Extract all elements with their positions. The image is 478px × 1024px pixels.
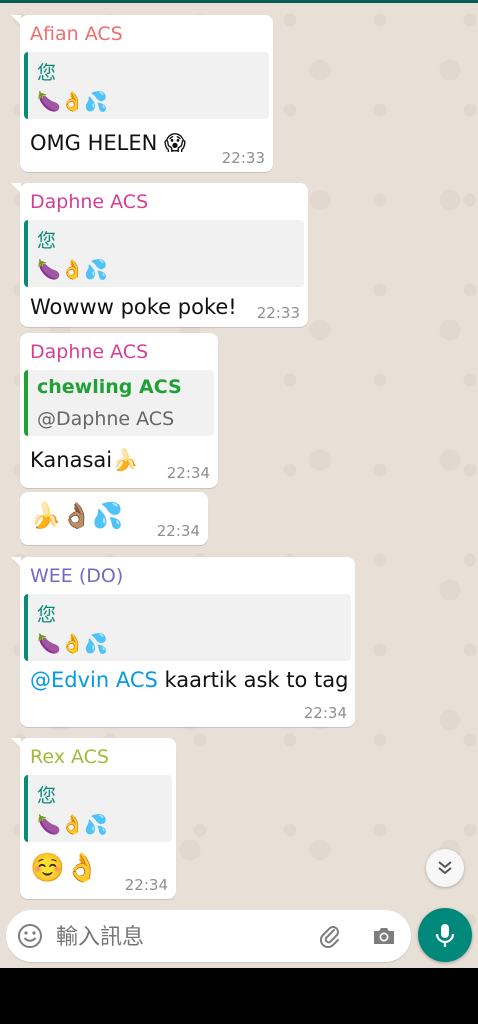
quote-author: 您 [37,604,57,626]
bubble-tail [11,183,21,193]
quoted-message[interactable]: 您 🍆👌💦 [24,52,269,119]
bubble-tail [11,738,21,748]
message-text: OMG HELEN 😱 [30,131,186,155]
smiley-icon [18,924,42,948]
message-text: Kanasai🍌 [30,448,139,472]
double-chevron-down-icon [438,861,452,875]
top-edge [0,0,478,3]
emoji-button[interactable] [14,921,46,951]
voice-record-button[interactable] [418,908,472,962]
quoted-message[interactable]: 您 🍆👌💦 [24,775,172,842]
quote-author: 您 [37,62,57,84]
paperclip-icon [319,926,339,948]
message-time: 22:34 [303,704,347,722]
message-bubble[interactable]: Afian ACS 您 🍆👌💦 OMG HELEN 😱 22:33 [11,15,273,172]
message-bubble[interactable]: 🍌👌🏽💦 22:34 [20,492,208,545]
quote-author: 您 [37,230,57,252]
message-input[interactable] [54,920,298,954]
scroll-to-bottom-button[interactable] [426,849,464,887]
sender-name: WEE (DO) [30,565,124,587]
message-input-bar [6,910,411,962]
quote-author: chewling ACS [37,376,182,398]
camera-button[interactable] [368,921,400,951]
sender-name: Daphne ACS [30,341,149,363]
message-bubble[interactable]: Rex ACS 您 🍆👌💦 ☺️👌 22:34 [11,738,176,899]
quote-text: @Daphne ACS [37,408,175,430]
quote-text: 🍆👌💦 [37,814,108,836]
quoted-message[interactable]: 您 🍆👌💦 [24,594,351,661]
sender-name: Afian ACS [30,23,123,45]
bubble-tail [11,15,21,25]
message-text: 🍌👌🏽💦 [30,501,124,530]
camera-icon [374,928,394,944]
microphone-icon [435,924,455,947]
quote-text: 🍆👌💦 [37,259,108,281]
message-text: Wowww poke poke! [30,295,237,319]
message-time: 22:33 [221,149,265,167]
message-time: 22:34 [156,522,200,540]
quote-text: 🍆👌💦 [37,91,108,113]
sender-name: Daphne ACS [30,191,149,213]
message-bubble[interactable]: Daphne ACS 您 🍆👌💦 Wowww poke poke! 22:33 [11,183,308,327]
message-bubble[interactable]: Daphne ACS chewling ACS @Daphne ACS Kana… [20,333,218,488]
quote-text: 🍆👌💦 [37,633,108,655]
message-time: 22:34 [124,876,168,894]
attach-button[interactable] [314,921,346,951]
bubble-tail [11,557,21,567]
mention-link[interactable]: @Edvin ACS [30,668,158,692]
system-navigation-bar [0,968,478,1024]
quote-author: 您 [37,785,57,807]
message-text-rest: kaartik ask to tag [157,668,349,692]
message-text: @Edvin ACS kaartik ask to tag [30,668,348,692]
sender-name: Rex ACS [30,746,109,768]
quoted-message[interactable]: chewling ACS @Daphne ACS [24,370,214,436]
message-text: ☺️👌 [30,851,100,884]
message-time: 22:34 [166,464,210,482]
quoted-message[interactable]: 您 🍆👌💦 [24,220,304,287]
message-bubble[interactable]: WEE (DO) 您 🍆👌💦 @Edvin ACS kaartik ask to… [11,557,355,727]
message-time: 22:33 [256,304,300,322]
chat-area[interactable]: Afian ACS 您 🍆👌💦 OMG HELEN 😱 22:33 Daphne… [0,0,478,968]
